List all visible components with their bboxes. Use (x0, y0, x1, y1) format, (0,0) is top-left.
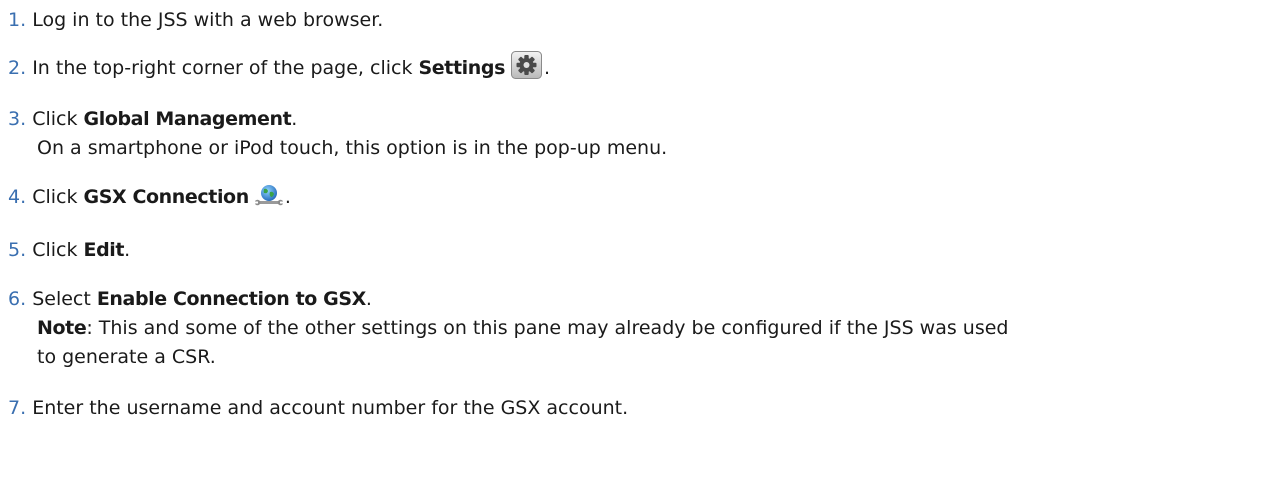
step-text-end: . (284, 186, 291, 208)
step-text: In the top-right corner of the page, cli… (32, 57, 419, 79)
step-text-end: . (124, 239, 131, 261)
step-1: 1. Log in to the JSS with a web browser. (8, 6, 383, 35)
step-7: 7. Enter the username and account number… (8, 394, 628, 423)
step-number: 2. (8, 57, 27, 79)
step-3: 3. Click Global Management. On a smartph… (8, 105, 667, 163)
step-text-end: . (365, 288, 372, 310)
global-management-label: Global Management (83, 108, 292, 130)
step-note: On a smartphone or iPod touch, this opti… (37, 137, 668, 159)
step-text: Click (32, 108, 84, 130)
globe-wrench-icon (254, 184, 284, 217)
step-text: Log in to the JSS with a web browser. (32, 9, 384, 31)
step-text: Click (32, 186, 84, 208)
step-number: 7. (8, 397, 27, 419)
step-text-end: . (291, 108, 298, 130)
settings-label: Settings (418, 57, 506, 79)
step-5: 5. Click Edit. (8, 236, 130, 265)
step-text: Click (32, 239, 84, 261)
edit-label: Edit (83, 239, 125, 261)
note-text: : This and some of the other settings on… (86, 317, 1009, 339)
step-4: 4. Click GSX Connection . (8, 183, 291, 217)
step-number: 4. (8, 186, 27, 208)
step-2: 2. In the top-right corner of the page, … (8, 51, 550, 88)
note-label: Note (37, 317, 87, 339)
step-number: 6. (8, 288, 27, 310)
step-number: 5. (8, 239, 27, 261)
step-6: 6. Select Enable Connection to GSX. Note… (8, 285, 1009, 372)
step-number: 1. (8, 9, 27, 31)
step-note-continued: to generate a CSR. (37, 346, 216, 368)
step-text: Select (32, 288, 97, 310)
step-note: Note: This and some of the other setting… (8, 314, 1009, 343)
gear-icon (510, 51, 542, 88)
gsx-connection-label: GSX Connection (83, 186, 250, 208)
step-number: 3. (8, 108, 27, 130)
step-text-end: . (543, 57, 551, 79)
enable-connection-label: Enable Connection to GSX (96, 288, 366, 310)
step-text: Enter the username and account number fo… (32, 397, 629, 419)
